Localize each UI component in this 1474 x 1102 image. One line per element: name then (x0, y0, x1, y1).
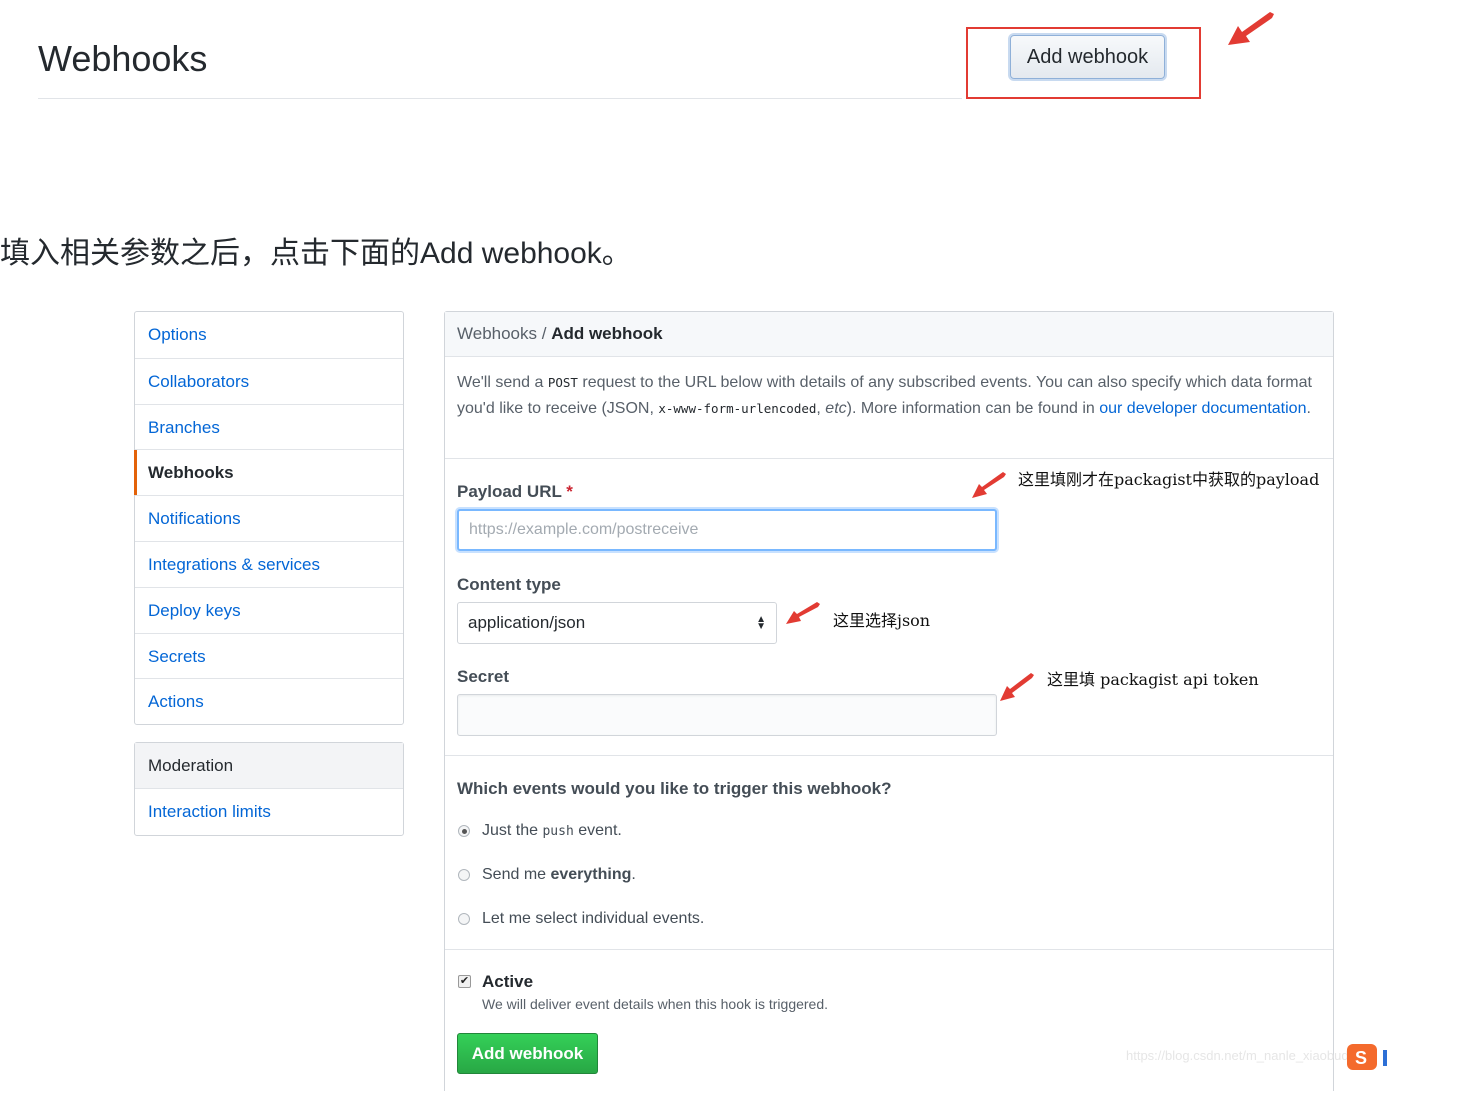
page-title: Webhooks (38, 38, 208, 79)
payload-url-input[interactable] (457, 509, 997, 551)
annotation-arrow-icon (972, 472, 1006, 498)
event-everything-radio[interactable] (458, 869, 470, 881)
breadcrumb: Webhooks / Add webhook (445, 312, 1333, 357)
webhook-description: We'll send a POST request to the URL bel… (457, 374, 1312, 417)
header-divider (38, 98, 962, 99)
payload-annotation: 这里填刚才在packagist中获取的payload (1018, 470, 1320, 489)
breadcrumb-separator: / (537, 324, 552, 343)
sidebar-item-integrations[interactable]: Integrations & services (135, 540, 403, 587)
sidebar-item-options[interactable]: Options (135, 312, 403, 358)
sidebar-item-secrets[interactable]: Secrets (135, 632, 403, 679)
sidebar-item-notifications[interactable]: Notifications (135, 495, 403, 541)
section-divider (445, 949, 1333, 950)
section-divider (445, 755, 1333, 756)
sidebar-item-deploy-keys[interactable]: Deploy keys (135, 586, 403, 633)
highlight-box (966, 27, 1201, 99)
event-everything-label: Send me everything. (482, 866, 636, 883)
event-individual-label: Let me select individual events. (482, 910, 705, 927)
sidebar-item-actions[interactable]: Actions (135, 678, 403, 724)
settings-menu: Options Collaborators Branches Webhooks … (134, 311, 404, 726)
active-note: We will deliver event details when this … (482, 996, 829, 1012)
event-individual-radio[interactable] (458, 913, 470, 925)
svg-text:S: S (1355, 1048, 1367, 1068)
secret-label: Secret (457, 667, 509, 686)
sidebar-item-webhooks[interactable]: Webhooks (134, 449, 403, 495)
watermark: https://blog.csdn.net/m_nanle_xiaobudi (1126, 1048, 1352, 1063)
annotation-arrow-icon (1000, 673, 1034, 701)
annotation-arrow-icon (1228, 12, 1274, 45)
section-divider (445, 458, 1333, 459)
content-type-label: Content type (457, 575, 561, 594)
sidebar-item-branches[interactable]: Branches (135, 403, 403, 450)
active-label: Active (482, 972, 534, 991)
instruction-text: 填入相关参数之后，点击下面的Add webhook。 (0, 237, 632, 270)
content-type-select[interactable]: application/json ▲ ▼ (457, 602, 777, 644)
moderation-heading: Moderation (135, 743, 403, 789)
secret-input[interactable] (457, 694, 997, 736)
site-logo-icon: S (1347, 1044, 1387, 1070)
events-question: Which events would you like to trigger t… (457, 779, 892, 798)
sidebar-item-collaborators[interactable]: Collaborators (135, 357, 403, 404)
content-type-annotation: 这里选择json (833, 611, 931, 630)
secret-annotation: 这里填 packagist api token (1047, 670, 1259, 689)
submit-add-webhook-button[interactable]: Add webhook (457, 1033, 598, 1074)
developer-docs-link[interactable]: our developer documentation (1099, 400, 1306, 417)
breadcrumb-parent[interactable]: Webhooks (457, 324, 537, 343)
breadcrumb-current: Add webhook (551, 324, 663, 343)
select-arrows-icon: ▲ ▼ (756, 614, 766, 632)
active-checkbox[interactable]: ✔ (458, 975, 471, 988)
annotation-arrow-icon (786, 602, 820, 624)
payload-url-label: Payload URL * (457, 482, 573, 501)
event-push-label: Just the push event. (482, 822, 622, 839)
content-type-value: application/json (468, 613, 586, 632)
sidebar-item-interaction-limits[interactable]: Interaction limits (135, 789, 403, 835)
moderation-menu: Moderation Interaction limits (134, 742, 404, 836)
event-push-radio[interactable] (458, 825, 470, 837)
